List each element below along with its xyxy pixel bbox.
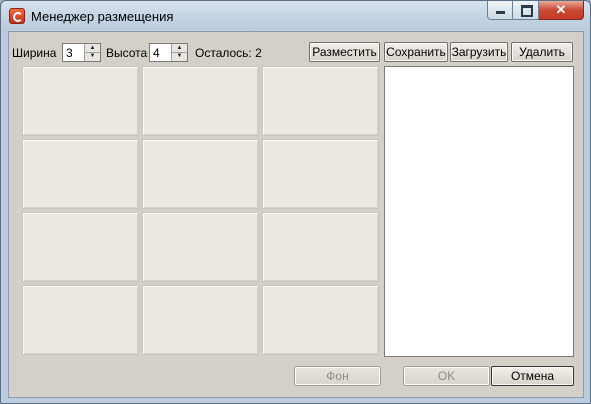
grid-cell[interactable] [262, 139, 379, 209]
width-spinner-arrows: ▲ ▼ [84, 44, 100, 61]
width-label: Ширина [12, 46, 57, 60]
close-icon: ✕ [555, 2, 567, 17]
minimize-icon [496, 11, 505, 14]
dialog-client-area: Ширина 3 ▲ ▼ Высота 4 ▲ ▼ Осталось: 2 Ра… [8, 31, 584, 398]
place-button[interactable]: Разместить [309, 42, 380, 62]
grid-cell[interactable] [142, 66, 259, 136]
save-button[interactable]: Сохранить [384, 42, 448, 62]
background-button[interactable]: Фон [294, 366, 381, 386]
maximize-button[interactable] [513, 1, 539, 20]
cancel-button[interactable]: Отмена [491, 366, 574, 386]
width-down-icon[interactable]: ▼ [85, 52, 100, 60]
grid-cell[interactable] [262, 66, 379, 136]
grid-cell[interactable] [22, 139, 139, 209]
width-spinner[interactable]: 3 ▲ ▼ [62, 43, 101, 62]
load-button[interactable]: Загрузить [450, 42, 508, 62]
grid-cell[interactable] [142, 285, 259, 355]
saved-layouts-list[interactable] [384, 66, 574, 357]
close-button[interactable]: ✕ [539, 1, 584, 20]
maximize-icon [521, 5, 533, 17]
caption-buttons: ✕ [487, 1, 584, 21]
grid-cell[interactable] [262, 285, 379, 355]
ok-button[interactable]: OK [403, 366, 490, 386]
layout-manager-window: Менеджер размещения ✕ Ширина 3 ▲ ▼ Высот… [0, 0, 591, 404]
height-down-icon[interactable]: ▼ [172, 52, 187, 60]
window-title: Менеджер размещения [31, 9, 174, 24]
app-logo-icon [9, 8, 25, 24]
title-bar[interactable]: Менеджер размещения ✕ [1, 1, 590, 31]
height-value[interactable]: 4 [153, 46, 160, 60]
layout-grid [22, 66, 380, 358]
grid-cell[interactable] [262, 212, 379, 282]
height-spinner-arrows: ▲ ▼ [171, 44, 187, 61]
width-value[interactable]: 3 [66, 46, 73, 60]
grid-cell[interactable] [142, 212, 259, 282]
height-spinner[interactable]: 4 ▲ ▼ [149, 43, 188, 62]
delete-button[interactable]: Удалить [511, 42, 573, 62]
minimize-button[interactable] [487, 1, 513, 20]
grid-cell[interactable] [142, 139, 259, 209]
remaining-count: Осталось: 2 [195, 46, 262, 60]
grid-cell[interactable] [22, 212, 139, 282]
grid-cell[interactable] [22, 285, 139, 355]
grid-cell[interactable] [22, 66, 139, 136]
height-label: Высота [106, 46, 148, 60]
